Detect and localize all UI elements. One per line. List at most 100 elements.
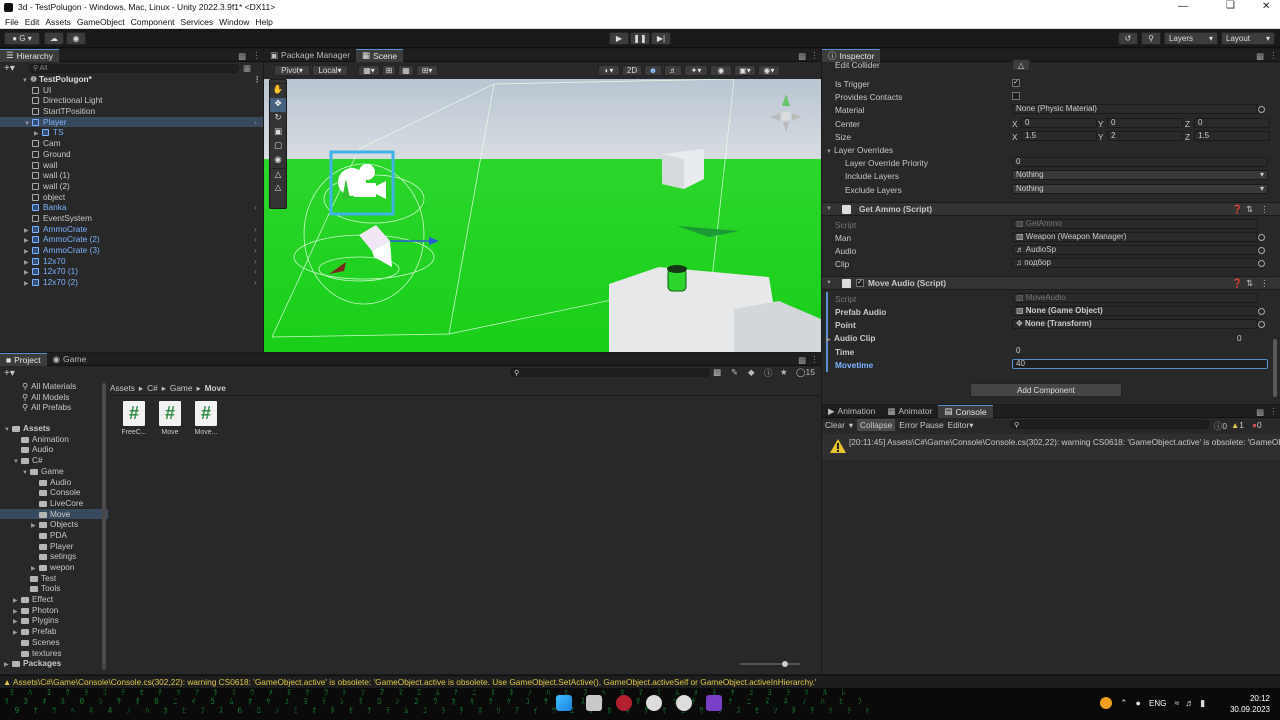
hierarchy-item[interactable]: ▶ 12x70 (2) › [0, 277, 263, 288]
project-folder[interactable]: ▼ C# [0, 455, 108, 466]
project-folder[interactable]: ▶ Objects [0, 519, 108, 530]
scene-viewport[interactable]: ✋ ✥ ↻ ▣ ▢ ◉ △ △ [264, 79, 821, 352]
project-folder[interactable]: ▼ Assets [0, 423, 108, 434]
hierarchy-item[interactable]: wall (1) [0, 170, 263, 181]
movetime-field[interactable]: 40 [1012, 359, 1268, 369]
chevron-right-icon[interactable]: ▶ [4, 660, 12, 671]
menu-services[interactable]: Services [181, 17, 214, 27]
unity-hub-icon[interactable] [676, 695, 692, 711]
lock-icon[interactable]: ▩ [798, 51, 806, 62]
hierarchy-item[interactable]: Banka › [0, 202, 263, 213]
breadcrumb-assets[interactable]: Assets [110, 383, 135, 393]
error-pause-toggle[interactable]: Error Pause [899, 420, 943, 430]
local-dropdown[interactable]: Local ▾ [312, 64, 348, 76]
tab-console[interactable]: ▤ Console [938, 404, 993, 418]
layer-overrides-foldout[interactable]: ▼ Layer Overrides [826, 145, 893, 155]
project-folder[interactable]: ▶ Photon [0, 605, 108, 616]
2d-toggle[interactable]: 2D [622, 64, 642, 76]
lighting-toggle[interactable]: ☻ [644, 64, 662, 76]
chevron-down-icon[interactable]: ▼ [4, 425, 12, 436]
file-item[interactable]: # FreeC... [118, 401, 150, 436]
project-search-input[interactable]: ⚲ [510, 368, 710, 377]
favorite-all-models[interactable]: ⚲ All Models [0, 392, 108, 403]
search-by-label-icon[interactable]: ✎ [731, 367, 738, 378]
more-icon[interactable]: ⋮ [810, 50, 819, 61]
project-folder[interactable]: ▶ Effect [0, 594, 108, 605]
project-folder[interactable]: Tools [0, 583, 108, 594]
effects-dropdown[interactable]: ✦▾ [684, 64, 708, 76]
tab-game[interactable]: ◉ Game [47, 353, 93, 366]
tab-project[interactable]: ■ Project [0, 352, 47, 366]
hierarchy-item[interactable]: ▶ AmmoCrate (3) › [0, 245, 263, 256]
size-x-field[interactable]: 1.5 [1021, 131, 1097, 141]
play-button[interactable]: ▶ [609, 32, 629, 45]
project-folder[interactable]: ▶ Prefab [0, 626, 108, 637]
menu-file[interactable]: File [5, 17, 19, 27]
snap-settings-button[interactable]: ⊞▾ [416, 64, 438, 76]
object-picker-icon[interactable] [1258, 247, 1265, 254]
center-x-field[interactable]: 0 [1021, 118, 1097, 128]
hierarchy-item[interactable]: wall (2) [0, 181, 263, 192]
material-field[interactable]: None (Physic Material) [1012, 104, 1258, 114]
tab-scene[interactable]: ▦ Scene [356, 48, 404, 62]
hierarchy-item[interactable]: ▶ 12x70 › [0, 256, 263, 267]
tray-app-icon[interactable] [1100, 697, 1112, 709]
menu-help[interactable]: Help [255, 17, 272, 27]
scene-root[interactable]: ▼ ❁ TestPolugon* ⋮ [0, 74, 263, 85]
project-folder[interactable]: ▶ Plygins [0, 615, 108, 626]
lock-icon[interactable]: ▩ [1256, 407, 1264, 418]
audio-field[interactable]: ♬ AudioSp [1012, 245, 1258, 255]
package-filter-icon[interactable]: ⓘ [764, 367, 773, 379]
search-button[interactable]: ⚲ [1141, 32, 1161, 45]
provides-contacts-checkbox[interactable] [1012, 92, 1020, 100]
camera-settings-button[interactable]: ▣▾ [734, 64, 756, 76]
tab-animation[interactable]: ▶ Animation [822, 405, 881, 418]
hierarchy-item[interactable]: ▼ Player › [0, 116, 263, 128]
search-by-type-icon[interactable]: ▩ [713, 367, 721, 378]
file-item[interactable]: # Move [154, 401, 186, 436]
menu-component[interactable]: Component [131, 17, 175, 27]
exclude-layers-dropdown[interactable]: Nothing ▾ [1012, 184, 1268, 194]
custom-tool-icon[interactable]: △ [270, 168, 286, 182]
status-bar[interactable]: ▲ Assets\C#\Game\Console\Console.cs(302,… [0, 675, 1280, 688]
prefab-open-icon[interactable]: › [254, 277, 257, 288]
prefab-open-icon[interactable]: › [254, 234, 257, 245]
project-folder[interactable]: Audio [0, 444, 108, 455]
more-icon[interactable]: ⋮ [1260, 278, 1269, 289]
layout-dropdown[interactable]: Layout ▾ [1221, 32, 1275, 45]
lock-icon[interactable]: ▩ [1256, 51, 1264, 62]
include-layers-dropdown[interactable]: Nothing ▾ [1012, 170, 1268, 180]
hierarchy-item[interactable]: ▶ 12x70 (1) › [0, 266, 263, 277]
object-picker-icon[interactable] [1258, 260, 1265, 267]
battery-icon[interactable]: ▮ [1200, 698, 1205, 709]
filter-icon[interactable]: ▦ [243, 63, 251, 74]
project-folder[interactable]: Audio [0, 477, 108, 488]
more-icon[interactable]: ⋮ [252, 50, 261, 61]
project-folder[interactable]: Test [0, 573, 108, 584]
tag-icon[interactable]: ◆ [748, 367, 755, 378]
file-item[interactable]: # Move... [190, 401, 222, 436]
more-icon[interactable]: ⋮ [1269, 406, 1278, 417]
editor-dropdown[interactable]: Editor▾ [948, 420, 974, 430]
language-indicator[interactable]: ENG [1149, 699, 1166, 708]
audio-clip-foldout[interactable]: ▶ Audio Clip [826, 333, 875, 343]
more-icon[interactable]: ⋮ [810, 354, 819, 365]
preset-icon[interactable]: ⇅ [1246, 278, 1253, 289]
move-audio-component-header[interactable]: ▼ ✓ Move Audio (Script) ❓ ⇅ ⋮ [822, 276, 1280, 290]
maximize-icon[interactable]: ❏ [1226, 0, 1235, 11]
prefab-open-icon[interactable]: › [254, 245, 257, 256]
project-folder[interactable]: Console [0, 487, 108, 498]
prefab-open-icon[interactable]: › [254, 256, 257, 267]
edit-collider-button[interactable]: △ [1012, 59, 1030, 71]
pivot-dropdown[interactable]: Pivot ▾ [274, 64, 310, 76]
man-field[interactable]: ▧ Weapon (Weapon Manager) [1012, 232, 1258, 242]
tab-animator[interactable]: ▦ Animator [881, 405, 938, 418]
layers-dropdown[interactable]: Layers ▾ [1164, 32, 1218, 45]
add-icon[interactable]: +▾ [4, 63, 15, 74]
object-picker-icon[interactable] [1258, 234, 1265, 241]
snap-increment-button[interactable]: ⊞ [382, 64, 396, 76]
gizmos-dropdown[interactable]: ◉▾ [758, 64, 780, 76]
close-icon[interactable]: ✕ [1262, 1, 1270, 12]
visual-studio-icon[interactable] [706, 695, 722, 711]
rect-tool-icon[interactable]: ▢ [270, 140, 286, 154]
